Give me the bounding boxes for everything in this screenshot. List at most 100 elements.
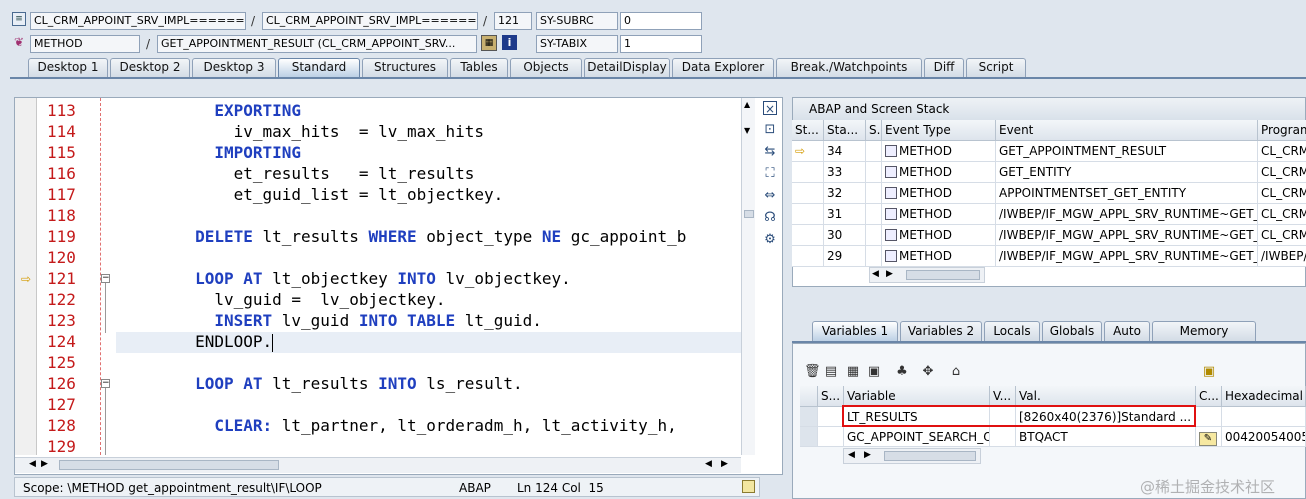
code-line[interactable]: LOOP AT lt_results INTO ls_result. bbox=[118, 373, 740, 394]
stack-col-header[interactable]: Event Type bbox=[882, 120, 996, 141]
delete-icon[interactable]: 🗑 bbox=[804, 364, 821, 380]
scroll-up-icon[interactable]: ▲ bbox=[744, 100, 750, 109]
hscroll-thumb[interactable] bbox=[884, 451, 976, 461]
var-col-header[interactable] bbox=[800, 386, 818, 407]
code-editor[interactable]: ⇨ − − 113 EXPORTING 114 iv_max_hits = lv_… bbox=[14, 97, 783, 475]
stack-program-cell[interactable]: CL_CRM_ bbox=[1258, 162, 1306, 183]
stack-s-cell[interactable] bbox=[866, 183, 882, 204]
close-icon[interactable]: × bbox=[763, 101, 777, 116]
stack-level-cell[interactable]: 33 bbox=[824, 162, 866, 183]
var-value-cell[interactable]: BTQACT bbox=[1016, 427, 1196, 447]
tab-structures[interactable]: Structures bbox=[362, 58, 448, 77]
code-line[interactable]: et_guid_list = lt_objectkey. bbox=[118, 184, 740, 205]
stack-event-cell[interactable]: GET_APPOINTMENT_RESULT bbox=[996, 141, 1258, 162]
scroll-right-icon[interactable]: ▶ bbox=[721, 459, 728, 469]
var-change-cell[interactable]: ✎ bbox=[1196, 427, 1222, 447]
stack-level-cell[interactable]: 34 bbox=[824, 141, 866, 162]
code-line[interactable]: DELETE lt_results WHERE object_type NE g… bbox=[118, 226, 740, 247]
code-line[interactable]: iv_max_hits = lv_max_hits bbox=[118, 121, 740, 142]
hscroll-thumb[interactable] bbox=[906, 270, 980, 280]
code-line[interactable] bbox=[118, 436, 740, 457]
program-field[interactable]: CL_CRM_APPOINT_SRV_IMPL======... bbox=[30, 12, 246, 30]
swap-icon[interactable]: ⇔ bbox=[761, 187, 779, 205]
var-tab-memory-analysis[interactable]: Memory Analysis bbox=[1152, 321, 1256, 357]
stack-s-cell[interactable] bbox=[866, 246, 882, 267]
save-layout-icon[interactable]: ▣ bbox=[866, 364, 882, 380]
stack-s-cell[interactable] bbox=[866, 162, 882, 183]
hscroll-thumb[interactable] bbox=[59, 460, 279, 470]
var-tab-variables-2[interactable]: Variables 2 bbox=[900, 321, 982, 341]
event-type-field[interactable]: METHOD bbox=[30, 35, 140, 53]
stack-event-type-cell[interactable]: METHOD bbox=[882, 204, 996, 225]
stack-col-header[interactable]: S... bbox=[866, 120, 882, 141]
tab-standard[interactable]: Standard bbox=[278, 58, 360, 77]
var-tab-globals[interactable]: Globals bbox=[1042, 321, 1102, 341]
stack-col-header[interactable]: Event bbox=[996, 120, 1258, 141]
code-line[interactable]: LOOP AT lt_objectkey INTO lv_objectkey. bbox=[118, 268, 740, 289]
notes-icon[interactable] bbox=[742, 480, 755, 493]
code-line[interactable]: ENDLOOP. bbox=[118, 331, 740, 352]
var-name-cell[interactable]: GC_APPOINT_SEARCH_O... bbox=[844, 427, 990, 447]
include-field[interactable]: CL_CRM_APPOINT_SRV_IMPL======... bbox=[262, 12, 478, 30]
tab-data-explorer[interactable]: Data Explorer bbox=[672, 58, 774, 77]
scroll-right-icon[interactable]: ▶ bbox=[886, 269, 893, 279]
code-line[interactable] bbox=[118, 247, 740, 268]
stack-marker-cell[interactable] bbox=[792, 204, 824, 225]
tab-tables[interactable]: Tables bbox=[450, 58, 508, 77]
tab-objects[interactable]: Objects bbox=[510, 58, 582, 77]
editor-horizontal-scrollbar[interactable]: ◀ ▶ ◀ ▶ bbox=[15, 457, 741, 473]
scroll-left-icon[interactable]: ◀ bbox=[29, 459, 36, 469]
table-icon[interactable]: ▦ bbox=[845, 364, 861, 380]
stack-event-type-cell[interactable]: METHOD bbox=[882, 246, 996, 267]
tab-break-watchpoints[interactable]: Break./Watchpoints bbox=[776, 58, 922, 77]
sysvar-value-1[interactable]: 0 bbox=[620, 12, 702, 30]
vars-horizontal-scrollbar[interactable]: ◀ ▶ bbox=[843, 448, 981, 464]
var-col-header[interactable]: Variable bbox=[844, 386, 990, 407]
tab-desktop-1[interactable]: Desktop 1 bbox=[28, 58, 108, 77]
var-col-header[interactable]: C... bbox=[1196, 386, 1222, 407]
stack-marker-cell[interactable] bbox=[792, 162, 824, 183]
scroll-left-icon[interactable]: ◀ bbox=[705, 459, 712, 469]
tab-desktop-3[interactable]: Desktop 3 bbox=[192, 58, 276, 77]
stack-level-cell[interactable]: 32 bbox=[824, 183, 866, 204]
var-tab-locals[interactable]: Locals bbox=[984, 321, 1040, 341]
tab-desktop-2[interactable]: Desktop 2 bbox=[110, 58, 190, 77]
code-line[interactable]: CLEAR: lt_partner, lt_orderadm_h, lt_act… bbox=[118, 415, 740, 436]
stack-event-type-cell[interactable]: METHOD bbox=[882, 225, 996, 246]
code-line[interactable]: lv_guid = lv_objectkey. bbox=[118, 289, 740, 310]
headset-icon[interactable]: ☊ bbox=[761, 209, 779, 227]
stack-event-cell[interactable]: APPOINTMENTSET_GET_ENTITY bbox=[996, 183, 1258, 204]
sysvar-name-2[interactable]: SY-TABIX bbox=[536, 35, 618, 53]
code-line[interactable] bbox=[118, 205, 740, 226]
stack-s-cell[interactable] bbox=[866, 141, 882, 162]
scroll-left-icon[interactable]: ◀ bbox=[872, 269, 879, 279]
stack-col-header[interactable]: Program bbox=[1258, 120, 1306, 141]
tab-script[interactable]: Script bbox=[966, 58, 1026, 77]
scroll-right-icon[interactable]: ▶ bbox=[41, 459, 48, 469]
stack-event-cell[interactable]: /IWBEP/IF_MGW_APPL_SRV_RUNTIME~GET_... bbox=[996, 204, 1258, 225]
scroll-left-icon[interactable]: ◀ bbox=[848, 450, 855, 460]
sysvar-value-2[interactable]: 1 bbox=[620, 35, 702, 53]
var-col-header[interactable]: S... bbox=[818, 386, 844, 407]
stack-program-cell[interactable]: CL_CRM_ bbox=[1258, 204, 1306, 225]
maximize-icon[interactable]: ⛶ bbox=[761, 165, 779, 183]
var-col-header[interactable]: Val. bbox=[1016, 386, 1196, 407]
tag-icon[interactable]: ⌂ bbox=[948, 364, 964, 380]
config-icon[interactable]: ⚙ bbox=[761, 231, 779, 249]
stack-s-cell[interactable] bbox=[866, 225, 882, 246]
var-change-cell[interactable] bbox=[1196, 407, 1222, 427]
var-col-header[interactable]: Hexadecimal Va bbox=[1222, 386, 1306, 407]
scroll-thumb[interactable] bbox=[744, 210, 754, 218]
stack-program-cell[interactable]: CL_CRM_ bbox=[1258, 225, 1306, 246]
stack-event-cell[interactable]: /IWBEP/IF_MGW_APPL_SRV_RUNTIME~GET_... bbox=[996, 225, 1258, 246]
var-col-header[interactable]: V... bbox=[990, 386, 1016, 407]
scroll-right-icon[interactable]: ▶ bbox=[864, 450, 871, 460]
code-line[interactable]: et_results = lt_results bbox=[118, 163, 740, 184]
row-selector[interactable] bbox=[800, 407, 818, 427]
var-hex-cell[interactable]: 004200540051 bbox=[1222, 427, 1306, 447]
code-line[interactable] bbox=[118, 352, 740, 373]
stack-event-type-cell[interactable]: METHOD bbox=[882, 141, 996, 162]
code-line[interactable] bbox=[118, 394, 740, 415]
save-icon[interactable]: ▣ bbox=[1201, 364, 1217, 380]
stack-s-cell[interactable] bbox=[866, 204, 882, 225]
